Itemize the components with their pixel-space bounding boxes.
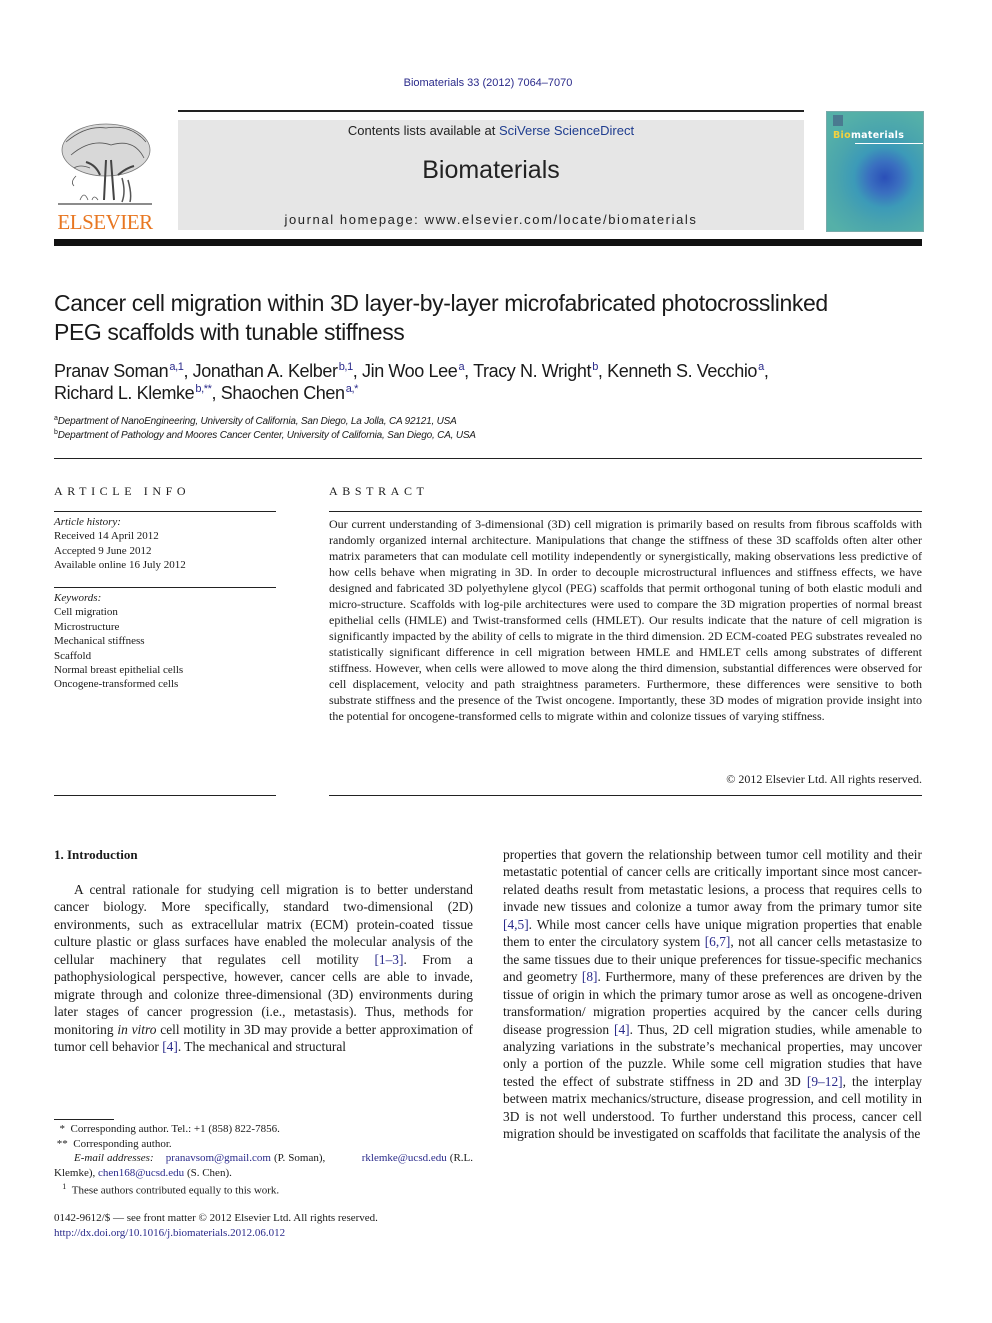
elsevier-tree-icon (58, 123, 152, 205)
article-title: Cancer cell migration within 3D layer-by… (54, 290, 828, 345)
body-text: properties that govern the relationship … (503, 847, 922, 915)
journal-citation[interactable]: Biomaterials 33 (2012) 7064–7070 (0, 77, 976, 89)
article-history: Article history: Received 14 April 2012 … (54, 515, 276, 573)
footnote: ** Corresponding author. (56, 1137, 172, 1150)
keyword: Mechanical stiffness (54, 635, 145, 648)
elsevier-logo[interactable]: ELSEVIER (52, 118, 160, 234)
cover-rule (855, 143, 923, 144)
reference-link[interactable]: [1–3] (374, 952, 403, 967)
journal-cover-thumbnail[interactable]: Biomaterials (826, 111, 924, 232)
keyword: Normal breast epithelial cells (54, 664, 184, 677)
divider (54, 587, 276, 588)
author-list: Pranav Soman a,1, Jonathan A. Kelber b,1… (54, 361, 769, 403)
divider (54, 795, 276, 796)
author[interactable]: Pranav Soman a,1 (54, 361, 184, 381)
footnote-rule (54, 1119, 114, 1120)
cover-title: Biomaterials (833, 130, 905, 141)
footnote: 1 These authors contributed equally to t… (62, 1182, 280, 1197)
cover-publisher-logo-icon (833, 115, 843, 126)
header-thick-rule (54, 239, 922, 246)
divider (54, 458, 922, 459)
keyword: Cell migration (54, 606, 118, 619)
divider (54, 511, 276, 512)
footnote: * Corresponding author. Tel.: +1 (858) 8… (59, 1123, 280, 1135)
history-item: Accepted 9 June 2012 (54, 544, 152, 557)
body-text: . The mechanical and structural (177, 1039, 347, 1055)
author[interactable]: Richard L. Klemke b,** (54, 383, 212, 403)
reference-link[interactable]: [4,5] (503, 917, 529, 932)
article-info-heading: ARTICLE INFO (54, 484, 191, 498)
intro-column-1: A central rationale for studying cell mi… (54, 881, 473, 1056)
reference-link[interactable]: [8] (582, 969, 598, 984)
email-footnote: E-mail addresses: pranavsom@gmail.com (P… (54, 1152, 474, 1179)
author[interactable]: Kenneth S. Vecchio a (607, 361, 764, 381)
email-link[interactable]: rklemke@ucsd.edu (362, 1152, 447, 1164)
keyword: Scaffold (54, 649, 92, 662)
issn-line: 0142-9612/$ — see front matter © 2012 El… (54, 1212, 378, 1224)
keywords: Keywords: Cell migration Microstructure … (54, 591, 276, 692)
reference-link[interactable]: [6,7] (705, 934, 731, 949)
journal-name: Biomaterials (422, 156, 560, 184)
author[interactable]: Jonathan A. Kelber b,1 (193, 361, 354, 381)
contents-prefix: Contents lists available at (347, 123, 499, 138)
author[interactable]: Jin Woo Lee a (362, 361, 465, 381)
sciencedirect-link[interactable]: SciVerse ScienceDirect (499, 123, 634, 138)
abstract-text: Our current understanding of 3-dimension… (329, 517, 922, 723)
intro-column-2: properties that govern the relationship … (503, 846, 922, 1143)
abstract-heading: ABSTRACT (329, 484, 429, 498)
doi-link[interactable]: http://dx.doi.org/10.1016/j.biomaterials… (54, 1226, 484, 1241)
reference-link[interactable]: [4] (614, 1022, 630, 1037)
email-link[interactable]: pranavsom@gmail.com (166, 1152, 271, 1164)
author[interactable]: Tracy N. Wright b (473, 361, 598, 381)
affiliation-b: bDepartment of Pathology and Moores Canc… (54, 429, 476, 441)
journal-homepage-link[interactable]: journal homepage: www.elsevier.com/locat… (178, 212, 804, 227)
section-heading: 1. Introduction (54, 847, 138, 862)
front-matter: 0142-9612/$ — see front matter © 2012 El… (54, 1211, 484, 1240)
copyright: © 2012 Elsevier Ltd. All rights reserved… (726, 772, 922, 786)
journal-banner: Contents lists available at SciVerse Sci… (178, 120, 804, 230)
email-link[interactable]: chen168@ucsd.edu (98, 1167, 184, 1179)
reference-link[interactable]: [9–12] (807, 1074, 843, 1089)
divider (329, 795, 922, 796)
affiliation-a: aDepartment of NanoEngineering, Universi… (54, 415, 457, 427)
history-item: Available online 16 July 2012 (54, 559, 186, 572)
keyword: Microstructure (54, 620, 120, 633)
footnotes: * Corresponding author. Tel.: +1 (858) 8… (54, 1122, 473, 1198)
keyword: Oncogene-transformed cells (54, 678, 179, 691)
italic-text: in vitro (117, 1021, 157, 1037)
author[interactable]: Shaochen Chen a,* (221, 383, 359, 403)
contents-line: Contents lists available at SciVerse Sci… (178, 123, 804, 138)
elsevier-wordmark: ELSEVIER (57, 210, 153, 234)
reference-link[interactable]: [4] (162, 1039, 178, 1054)
header-rule (178, 110, 804, 112)
history-item: Received 14 April 2012 (54, 530, 159, 543)
divider (329, 511, 922, 512)
